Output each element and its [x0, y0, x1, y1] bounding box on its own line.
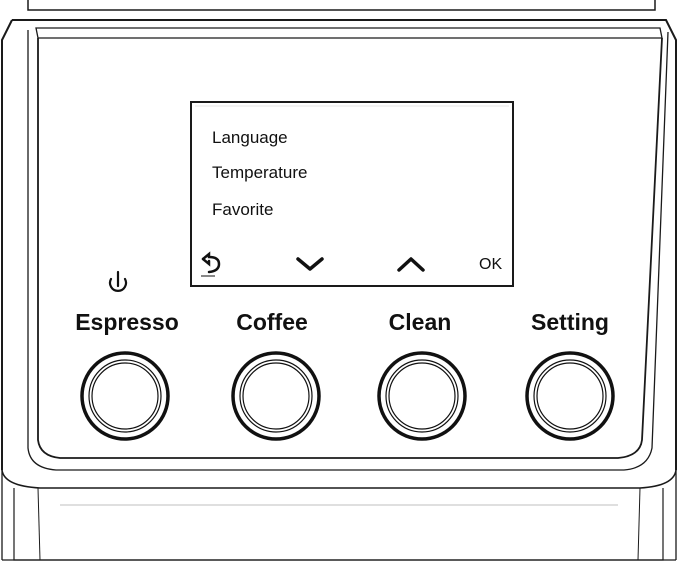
control-panel: Language Temperature Favorite OK Espress…: [0, 0, 677, 571]
setting-button[interactable]: [525, 351, 615, 441]
espresso-button[interactable]: [80, 351, 170, 441]
clean-button[interactable]: [377, 351, 467, 441]
button-row: [80, 351, 615, 441]
coffee-button[interactable]: [231, 351, 321, 441]
